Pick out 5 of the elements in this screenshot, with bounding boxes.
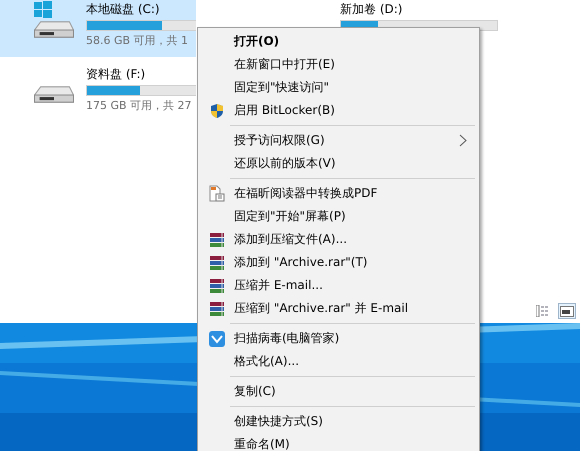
drive-name: 资料盘 (F:)	[86, 66, 146, 83]
drive-space-text: 58.6 GB 可用，共 1	[86, 33, 188, 48]
drive-space-text: 175 GB 可用，共 27	[86, 98, 192, 113]
drive-name: 本地磁盘 (C:)	[86, 1, 160, 18]
drive-name: 新加卷 (D:)	[340, 1, 402, 18]
